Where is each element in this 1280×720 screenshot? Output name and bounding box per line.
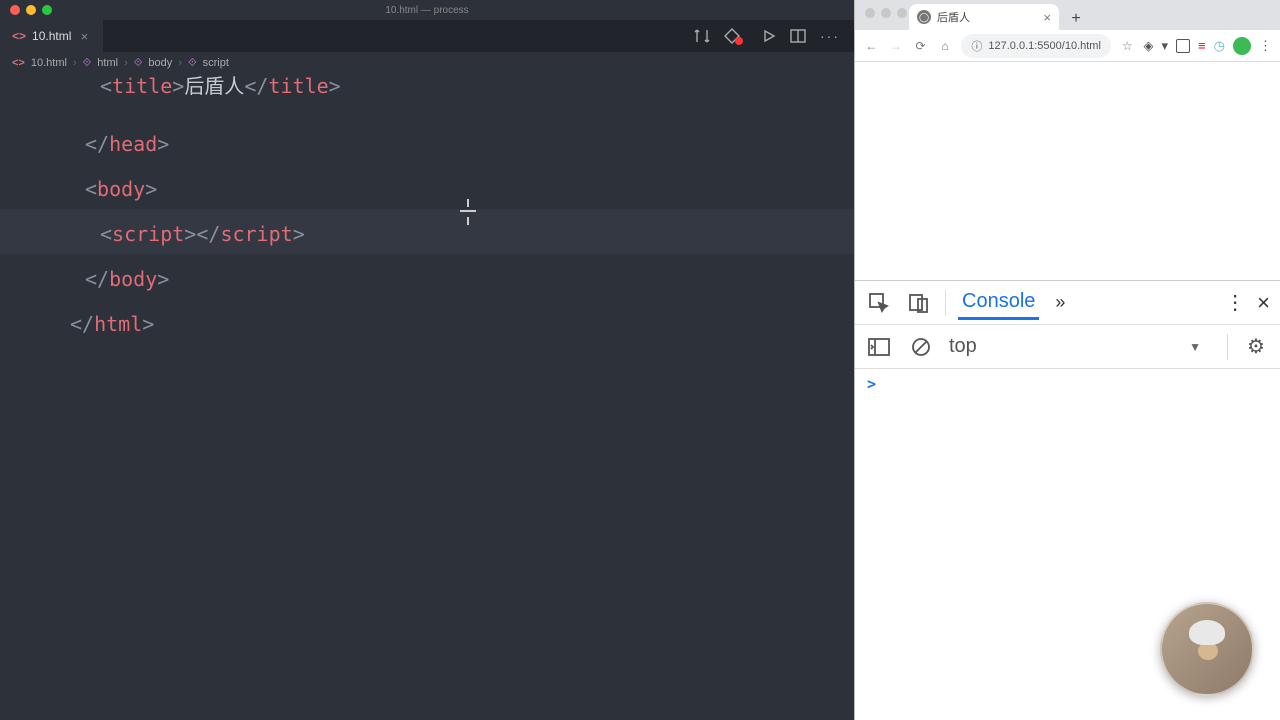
breadcrumb-item[interactable]: 10.html [31,57,67,69]
play-icon[interactable] [762,29,776,43]
close-tab-icon[interactable]: × [1043,10,1051,25]
devtools-tab-console[interactable]: Console [958,286,1039,320]
devtools-tab-bar: Console » ⋮ × [855,281,1280,325]
address-bar[interactable]: ⓘ 127.0.0.1:5500/10.html [961,34,1111,58]
extension-icon[interactable]: ◈ [1144,38,1154,54]
close-tab-icon[interactable]: × [77,29,91,43]
window-close-icon[interactable] [865,8,875,18]
profile-avatar[interactable] [1233,37,1251,55]
device-toolbar-icon[interactable] [905,289,933,317]
compare-changes-icon[interactable] [694,28,710,44]
reload-button[interactable]: ⟳ [912,39,929,53]
devtools-more-tabs-icon[interactable]: » [1055,292,1065,313]
execution-context-label: top [949,335,977,358]
code-editor[interactable]: <title>后盾人</title></head><body><script><… [0,74,854,720]
back-button[interactable]: ← [863,39,880,53]
browser-tab-title: 后盾人 [937,9,1037,25]
editor-tab-label: 10.html [32,29,71,43]
window-maximize-icon[interactable] [42,5,52,15]
window-title: 10.html — process [385,5,468,16]
chevron-down-icon: ▼ [1189,340,1201,354]
html-file-icon: <> [12,57,25,69]
window-controls [10,5,52,15]
favicon-icon: ◯ [917,10,931,24]
gutter [0,74,70,720]
site-info-icon[interactable]: ⓘ [971,38,982,54]
window-minimize-icon[interactable] [26,5,36,15]
browser-menu-icon[interactable]: ⋮ [1259,38,1272,54]
vscode-window: 10.html — process <> 10.html × ··· [0,0,854,720]
window-minimize-icon[interactable] [881,8,891,18]
extension-icon[interactable]: ▾ [1162,38,1169,54]
window-maximize-icon[interactable] [897,8,907,18]
new-tab-button[interactable]: + [1065,8,1087,30]
browser-window: ◯ 后盾人 × + ← → ⟳ ⌂ ⓘ 127.0.0.1:5500/10.ht… [854,0,1280,720]
editor-tab-bar: <> 10.html × ··· [0,20,854,52]
console-sidebar-toggle-icon[interactable] [865,333,893,361]
browser-tab-active[interactable]: ◯ 后盾人 × [909,4,1059,30]
extension-icon[interactable] [1176,39,1190,53]
forward-button[interactable]: → [888,39,905,53]
clear-console-icon[interactable] [907,333,935,361]
editor-actions: ··· [680,20,854,52]
notification-badge-icon [735,37,743,45]
home-button[interactable]: ⌂ [937,39,954,53]
devtools-settings-menu-icon[interactable]: ⋮ [1225,290,1245,315]
bookmark-star-icon[interactable]: ☆ [1119,39,1136,53]
window-close-icon[interactable] [10,5,20,15]
window-controls [865,8,907,18]
browser-toolbar: ← → ⟳ ⌂ ⓘ 127.0.0.1:5500/10.html ☆ ◈ ▾ ≡… [855,30,1280,62]
extension-icon[interactable]: ◷ [1214,38,1225,54]
extension-icons: ◈ ▾ ≡ ◷ ⋮ [1144,37,1272,55]
mac-titlebar: 10.html — process [0,0,854,20]
editor-tab-active[interactable]: <> 10.html × [0,20,103,52]
extension-icon[interactable]: ≡ [1198,38,1206,53]
url-text: 127.0.0.1:5500/10.html [988,40,1101,52]
webcam-overlay [1160,602,1254,696]
inspect-element-icon[interactable] [865,289,893,317]
page-viewport[interactable]: Console » ⋮ × top ▼ ⚙ [855,62,1280,720]
console-toolbar: top ▼ ⚙ [855,325,1280,369]
console-settings-icon[interactable]: ⚙ [1242,333,1270,361]
execution-context-selector[interactable]: top ▼ [949,335,1213,358]
more-icon[interactable]: ··· [820,28,840,44]
console-prompt-icon: > [867,375,876,393]
browser-tab-strip: ◯ 后盾人 × + [855,0,1280,30]
html-file-icon: <> [12,29,26,43]
split-editor-icon[interactable] [790,29,806,43]
devtools-close-icon[interactable]: × [1257,290,1270,316]
run-icon[interactable] [724,28,748,44]
